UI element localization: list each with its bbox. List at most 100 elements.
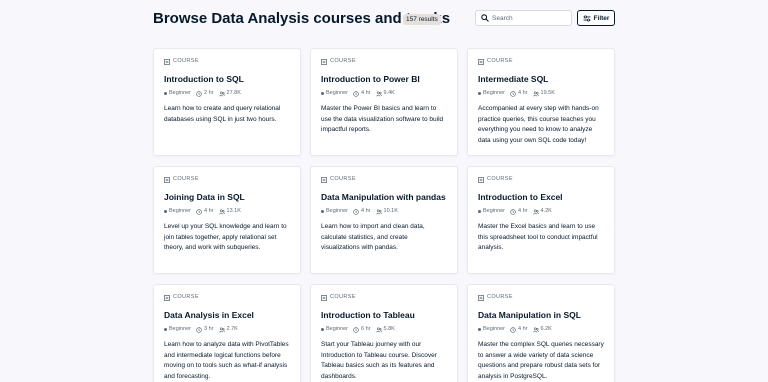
card-meta: Beginner 4 hr 6.2K (478, 326, 604, 333)
level-dot-icon (478, 210, 481, 213)
clock-icon (196, 208, 202, 215)
clock-icon (353, 208, 359, 215)
card-description: Master the complex SQL queries necessary… (478, 341, 604, 380)
people-icon (375, 209, 382, 214)
filter-button[interactable]: Filter (577, 10, 615, 26)
duration-label: 4 hr (204, 208, 214, 214)
course-card[interactable]: COURSE Joining Data in SQL Beginner 4 hr (153, 166, 301, 274)
level-label: Beginner (326, 90, 349, 96)
card-header: COURSE (321, 294, 447, 301)
level-meta: Beginner (321, 326, 348, 333)
duration-meta: 4 hr (510, 326, 528, 333)
card-title[interactable]: Data Manipulation with pandas (321, 192, 447, 203)
duration-meta: 4 hr (353, 208, 371, 215)
level-meta: Beginner (478, 208, 505, 215)
course-icon (478, 176, 484, 183)
duration-meta: 4 hr (510, 208, 528, 215)
level-dot-icon (321, 210, 324, 213)
level-dot-icon (478, 92, 481, 95)
card-title[interactable]: Introduction to Excel (478, 192, 604, 203)
clock-icon (510, 326, 516, 333)
course-card[interactable]: COURSE Data Manipulation in SQL Beginner… (467, 284, 615, 382)
duration-label: 4 hr (518, 208, 528, 214)
participants-label: 27.8K (226, 90, 241, 96)
level-label: Beginner (483, 326, 506, 332)
search-input[interactable] (492, 13, 568, 23)
course-card[interactable]: COURSE Introduction to SQL Beginner 2 hr (153, 48, 301, 156)
card-title[interactable]: Intermediate SQL (478, 74, 604, 85)
card-title[interactable]: Data Manipulation in SQL (478, 310, 604, 321)
card-description: Learn how to import and clean data, calc… (321, 223, 425, 251)
duration-label: 4 hr (518, 90, 528, 96)
course-card[interactable]: COURSE Introduction to Excel Beginner 4 … (467, 166, 615, 274)
card-title[interactable]: Introduction to Tableau (321, 310, 447, 321)
card-type-label: COURSE (173, 176, 199, 182)
participants-label: 2.7K (226, 326, 238, 332)
participants-label: 13.1K (226, 208, 241, 214)
card-type-label: COURSE (330, 58, 356, 64)
filter-sliders-icon (583, 14, 591, 22)
card-meta: Beginner 4 hr 13.1K (164, 208, 290, 215)
page-header: Browse Data Analysis courses and tracks … (153, 10, 615, 27)
card-description: Learn how to analyze data with PivotTabl… (164, 341, 289, 380)
participants-meta: 27.8K (218, 90, 241, 97)
course-icon (321, 294, 327, 301)
duration-meta: 2 hr (196, 90, 214, 97)
participants-label: 5.8K (383, 326, 395, 332)
level-dot-icon (164, 210, 167, 213)
duration-meta: 4 hr (510, 90, 528, 97)
participants-meta: 6.2K (532, 326, 552, 333)
level-meta: Beginner (164, 326, 191, 333)
level-meta: Beginner (478, 90, 505, 97)
duration-meta: 6 hr (353, 326, 371, 333)
level-label: Beginner (169, 208, 192, 214)
duration-meta: 3 hr (196, 326, 214, 333)
course-card[interactable]: COURSE Data Manipulation with pandas Beg… (310, 166, 458, 274)
card-description: Master the Excel basics and learn to use… (478, 223, 598, 251)
people-icon (218, 209, 225, 214)
course-card[interactable]: COURSE Data Analysis in Excel Beginner 3… (153, 284, 301, 382)
card-header: COURSE (164, 58, 290, 65)
card-header: COURSE (478, 176, 604, 183)
card-description: Level up your SQL knowledge and learn to… (164, 223, 287, 251)
level-meta: Beginner (478, 326, 505, 333)
search-box[interactable] (475, 10, 572, 26)
course-card[interactable]: COURSE Intermediate SQL Beginner 4 hr 19… (467, 48, 615, 156)
course-grid: COURSE Introduction to SQL Beginner 2 hr (153, 48, 615, 382)
course-icon (478, 58, 484, 65)
participants-label: 19.5K (540, 90, 555, 96)
card-header: COURSE (478, 294, 604, 301)
participants-label: 9.4K (383, 90, 395, 96)
card-header: COURSE (164, 294, 290, 301)
participants-meta: 4.2K (532, 208, 552, 215)
card-meta: Beginner 3 hr 2.7K (164, 326, 290, 333)
level-meta: Beginner (164, 208, 191, 215)
card-meta: Beginner 4 hr 10.1K (321, 208, 447, 215)
card-type-label: COURSE (487, 58, 513, 64)
participants-meta: 10.1K (375, 208, 398, 215)
card-header: COURSE (321, 58, 447, 65)
card-title[interactable]: Introduction to Power BI (321, 74, 447, 85)
results-count-badge: 157 results (403, 14, 441, 25)
people-icon (218, 327, 225, 332)
card-title[interactable]: Joining Data in SQL (164, 192, 290, 203)
course-card[interactable]: COURSE Introduction to Power BI Beginner… (310, 48, 458, 156)
duration-label: 2 hr (204, 90, 214, 96)
people-icon (218, 91, 225, 96)
course-icon (164, 58, 170, 65)
card-description: Start your Tableau journey with our Intr… (321, 341, 437, 380)
duration-label: 3 hr (204, 326, 214, 332)
card-meta: Beginner 2 hr 27.8K (164, 90, 290, 97)
card-header: COURSE (164, 176, 290, 183)
duration-label: 4 hr (361, 90, 371, 96)
card-description: Accompanied at every step with hands-on … (478, 105, 599, 144)
participants-meta: 5.8K (375, 326, 395, 333)
card-meta: Beginner 4 hr 4.2K (478, 208, 604, 215)
participants-meta: 2.7K (218, 326, 238, 333)
card-title[interactable]: Data Analysis in Excel (164, 310, 290, 321)
card-title[interactable]: Introduction to SQL (164, 74, 290, 85)
level-label: Beginner (169, 326, 192, 332)
course-icon (478, 294, 484, 301)
level-dot-icon (321, 92, 324, 95)
course-card[interactable]: COURSE Introduction to Tableau Beginner … (310, 284, 458, 382)
